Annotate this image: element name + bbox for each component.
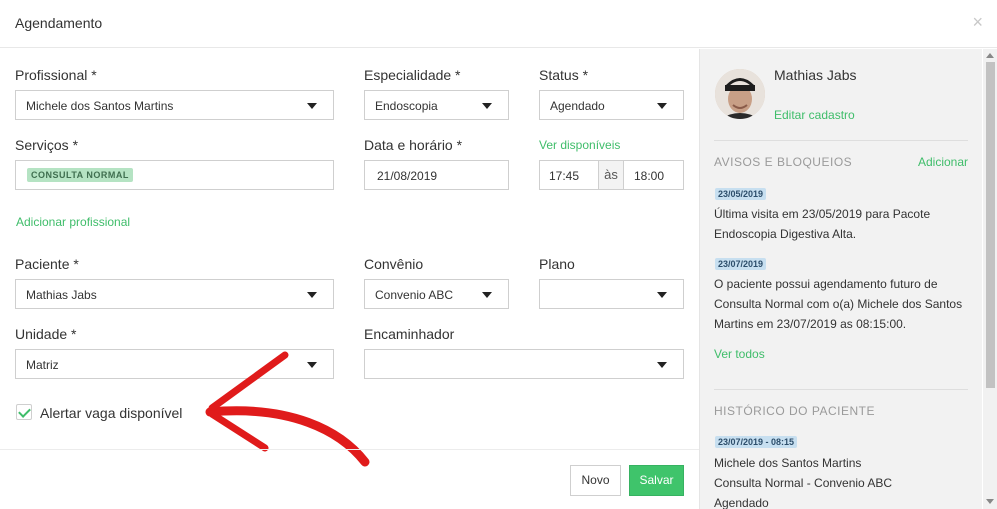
- especialidade-label: Especialidade *: [364, 67, 461, 83]
- historico-date-badge: 23/07/2019 - 08:15: [715, 436, 798, 448]
- convenio-label: Convênio: [364, 256, 424, 272]
- chevron-down-icon: [307, 103, 317, 109]
- status-select[interactable]: Agendado: [539, 90, 684, 120]
- data-label: Data e horário *: [364, 137, 463, 153]
- avisos-title: AVISOS E BLOQUEIOS: [714, 155, 853, 169]
- chevron-down-icon: [307, 292, 317, 298]
- ver-todos-link[interactable]: Ver todos: [714, 347, 765, 361]
- aviso-date-badge: 23/05/2019: [715, 188, 767, 200]
- convenio-select[interactable]: Convenio ABC: [364, 279, 509, 309]
- historico-profissional: Michele dos Santos Martins: [714, 456, 862, 470]
- especialidade-select[interactable]: Endoscopia: [364, 90, 509, 120]
- encaminhador-select[interactable]: [364, 349, 684, 379]
- historico-title: HISTÓRICO DO PACIENTE: [714, 404, 875, 418]
- historico-servico: Consulta Normal - Convenio ABC: [714, 476, 893, 490]
- servicos-input[interactable]: CONSULTA NORMAL: [15, 160, 334, 190]
- paciente-select[interactable]: Mathias Jabs: [15, 279, 334, 309]
- divider: [714, 140, 968, 141]
- time-separator: às: [598, 161, 624, 189]
- salvar-button[interactable]: Salvar: [629, 465, 684, 496]
- chevron-down-icon: [482, 103, 492, 109]
- plano-label: Plano: [539, 256, 575, 272]
- unidade-select[interactable]: Matriz: [15, 349, 334, 379]
- plano-select[interactable]: [539, 279, 684, 309]
- profissional-label: Profissional *: [15, 67, 97, 83]
- close-icon[interactable]: ×: [972, 12, 983, 32]
- especialidade-value: Endoscopia: [375, 99, 438, 113]
- chevron-down-icon: [657, 292, 667, 298]
- add-profissional-link[interactable]: Adicionar profissional: [16, 215, 130, 229]
- aviso-date-badge: 23/07/2019: [715, 258, 767, 270]
- modal-header: Agendamento ×: [0, 0, 997, 48]
- status-value: Agendado: [550, 99, 605, 113]
- paciente-label: Paciente *: [15, 256, 79, 272]
- novo-button[interactable]: Novo: [570, 465, 621, 496]
- date-input[interactable]: 21/08/2019: [364, 160, 509, 190]
- encaminhador-label: Encaminhador: [364, 326, 455, 342]
- unidade-value: Matriz: [26, 358, 59, 372]
- patient-sidebar: Mathias Jabs Editar cadastro AVISOS E BL…: [699, 49, 982, 509]
- divider: [714, 389, 968, 390]
- unidade-label: Unidade *: [15, 326, 77, 342]
- start-time-input[interactable]: 17:45: [549, 169, 579, 183]
- editar-cadastro-link[interactable]: Editar cadastro: [774, 108, 855, 122]
- chevron-down-icon: [657, 103, 667, 109]
- alertar-checkbox[interactable]: [16, 404, 32, 420]
- time-range-group: 17:45 às 18:00: [539, 160, 684, 190]
- paciente-value: Mathias Jabs: [26, 288, 97, 302]
- chevron-down-icon: [482, 292, 492, 298]
- modal-title: Agendamento: [15, 15, 103, 31]
- scrollbar-thumb[interactable]: [986, 62, 995, 388]
- status-label: Status *: [539, 67, 589, 83]
- avatar: [715, 69, 765, 119]
- patient-name: Mathias Jabs: [774, 67, 857, 83]
- servico-tag[interactable]: CONSULTA NORMAL: [27, 168, 133, 182]
- scroll-down-icon[interactable]: [986, 499, 994, 504]
- date-value: 21/08/2019: [377, 169, 438, 183]
- aviso-text: Última visita em 23/05/2019 para Pacote …: [714, 207, 931, 241]
- end-time-input[interactable]: 18:00: [634, 169, 664, 183]
- servicos-label: Serviços *: [15, 137, 79, 153]
- profissional-value: Michele dos Santos Martins: [26, 99, 174, 113]
- convenio-value: Convenio ABC: [375, 288, 454, 302]
- chevron-down-icon: [657, 362, 667, 368]
- ver-disponiveis-link[interactable]: Ver disponíveis: [539, 138, 620, 152]
- footer-divider: [0, 449, 700, 450]
- chevron-down-icon: [307, 362, 317, 368]
- scroll-up-icon[interactable]: [986, 53, 994, 58]
- alertar-label[interactable]: Alertar vaga disponível: [40, 405, 182, 421]
- aviso-text: O paciente possui agendamento futuro de …: [714, 277, 963, 331]
- historico-status: Agendado: [714, 496, 769, 509]
- adicionar-aviso-link[interactable]: Adicionar: [918, 155, 968, 169]
- profissional-select[interactable]: Michele dos Santos Martins: [15, 90, 334, 120]
